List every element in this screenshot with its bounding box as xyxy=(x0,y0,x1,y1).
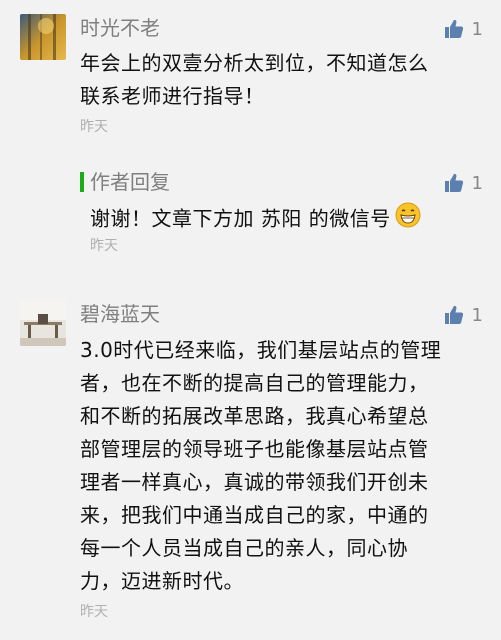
content-line: 和不断的拓展改革思路，我真心希望总 xyxy=(80,404,429,428)
comment-item: 碧海蓝天 1 3.0时代已经来临，我们基层站点的管理 者，也在不断的提高自己的管… xyxy=(0,290,501,640)
comment-time: 昨天 xyxy=(80,119,108,135)
content-line: 每一个人员当成自己的亲人，同心协 xyxy=(80,536,408,560)
like-count: 1 xyxy=(471,172,483,194)
content-line: 年会上的双壹分析太到位，不知道怎么 xyxy=(80,51,429,75)
content-line: 来，把我们中通当成自己的家，中通的 xyxy=(80,503,429,527)
comment-item: 时光不老 1 年会上的双壹分析太到位，不知道怎么 联系老师进行指导！ 昨天 xyxy=(0,0,501,150)
thumbs-up-icon xyxy=(444,305,463,324)
content-line: 3.0时代已经来临，我们基层站点的管理 xyxy=(80,338,442,362)
thumbs-up-icon xyxy=(444,173,463,192)
content-line: 理者一样真心，真诚的带领我们开创未 xyxy=(80,470,429,494)
reply-content: 谢谢！文章下方加 苏阳 的微信号 xyxy=(90,202,490,238)
user-avatar[interactable] xyxy=(20,300,66,346)
content-line: 联系老师进行指导！ xyxy=(80,84,265,108)
content-line: 部管理层的领导班子也能像基层站点管 xyxy=(80,437,429,461)
reply-text: 谢谢！文章下方加 苏阳 的微信号 xyxy=(90,206,391,231)
like-button[interactable]: 1 xyxy=(444,16,483,42)
comment-nickname: 时光不老 xyxy=(80,16,160,40)
content-line: 者，也在不断的提高自己的管理能力， xyxy=(80,371,429,395)
user-avatar[interactable] xyxy=(20,14,66,60)
reply-indicator xyxy=(80,172,84,192)
reply-time: 昨天 xyxy=(90,238,118,254)
comment-content: 3.0时代已经来临，我们基层站点的管理 者，也在不断的提高自己的管理能力， 和不… xyxy=(80,334,485,598)
like-count: 1 xyxy=(471,304,483,326)
comment-nickname: 碧海蓝天 xyxy=(80,302,160,326)
comment-content: 年会上的双壹分析太到位，不知道怎么 联系老师进行指导！ xyxy=(80,47,485,113)
like-button[interactable]: 1 xyxy=(444,302,483,328)
comment-time: 昨天 xyxy=(80,604,108,620)
author-reply-label: 作者回复 xyxy=(90,170,170,194)
content-line: 力，迈进新时代。 xyxy=(80,569,244,593)
like-count: 1 xyxy=(471,18,483,40)
grinning-face-emoji xyxy=(395,202,421,238)
like-button[interactable]: 1 xyxy=(444,170,483,196)
author-reply: 作者回复 1 谢谢！文章下方加 苏阳 的微信号 昨天 xyxy=(0,150,501,270)
thumbs-up-icon xyxy=(444,19,463,38)
